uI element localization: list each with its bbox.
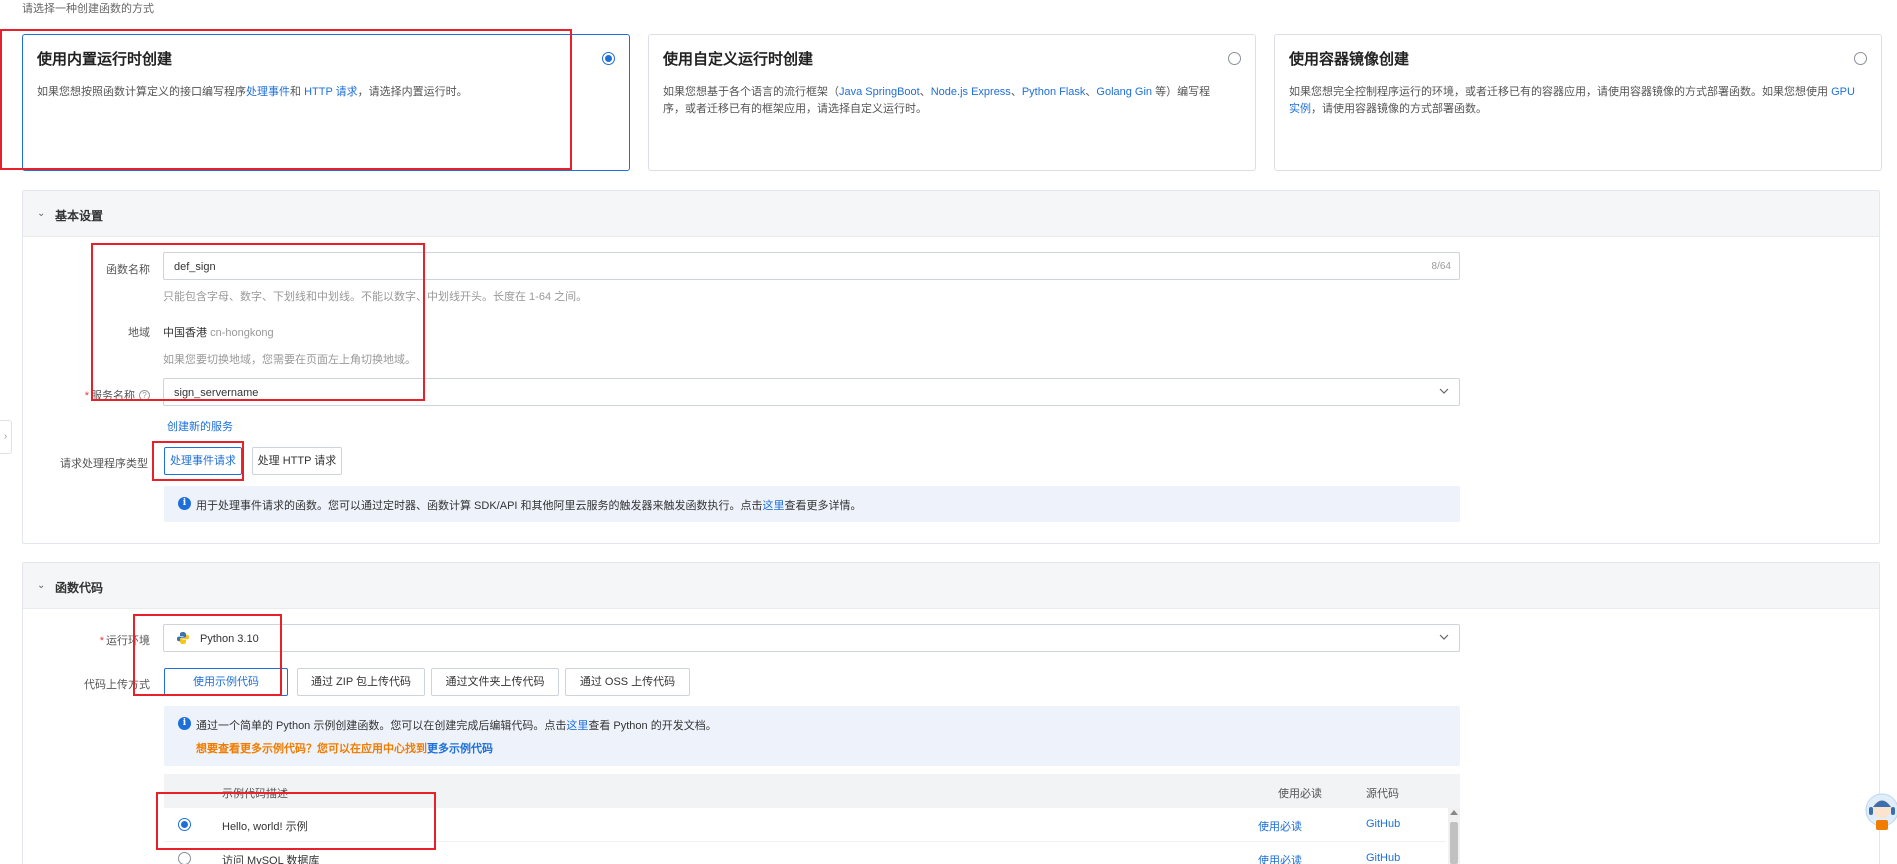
- upload-oss-button[interactable]: 通过 OSS 上传代码: [565, 668, 690, 696]
- row-source-link[interactable]: GitHub: [1366, 818, 1400, 830]
- upload-folder-button[interactable]: 通过文件夹上传代码: [431, 668, 559, 696]
- help-circle-icon[interactable]: ?: [139, 390, 150, 401]
- mode-card-title: 使用自定义运行时创建: [663, 51, 814, 68]
- mode-card-desc: 如果您想完全控制程序运行的环境，或者迁移已有的容器应用，请使用容器镜像的方式部署…: [1289, 86, 1855, 115]
- mode-card-builtin[interactable]: 使用内置运行时创建 如果您想按照函数计算定义的接口编写程序处理事件和 HTTP …: [22, 34, 630, 171]
- handler-event-button[interactable]: 处理事件请求: [164, 447, 242, 475]
- code-info-box: i 通过一个简单的 Python 示例创建函数。您可以在创建完成后编辑代码。点击…: [164, 706, 1460, 766]
- mode-card-custom[interactable]: 使用自定义运行时创建 如果您想基于各个语言的流行框架（Java SpringBo…: [648, 34, 1256, 171]
- link-event[interactable]: 处理事件: [246, 86, 290, 98]
- col-source-header: 源代码: [1366, 788, 1399, 800]
- chevron-down-icon: [1439, 634, 1449, 640]
- col-guide-header: 使用必读: [1278, 788, 1322, 800]
- code-info-orange: 想要查看更多示例代码？您可以在应用中心找到更多示例代码: [196, 743, 493, 755]
- info-icon: i: [178, 497, 191, 510]
- table-scrollbar[interactable]: [1448, 808, 1460, 864]
- section-title: 基本设置: [55, 209, 104, 223]
- region-code: cn-hongkong: [210, 327, 274, 339]
- service-name-value: sign_servername: [174, 387, 259, 399]
- handler-info-box: i 用于处理事件请求的函数。您可以通过定时器、函数计算 SDK/API 和其他阿…: [164, 486, 1460, 522]
- link-express[interactable]: Node.js Express: [931, 86, 1011, 98]
- row-desc: 访问 MySQL 数据库: [222, 855, 320, 864]
- page-hint: 请选择一种创建函数的方式: [22, 3, 154, 15]
- upload-sample-button[interactable]: 使用示例代码: [164, 668, 288, 696]
- link-springboot[interactable]: Java SpringBoot: [839, 86, 920, 98]
- handler-info-text: 用于处理事件请求的函数。您可以通过定时器、函数计算 SDK/API 和其他阿里云…: [196, 500, 862, 512]
- mode-radio-builtin[interactable]: [602, 52, 615, 65]
- service-name-select[interactable]: sign_servername: [163, 378, 1460, 406]
- mode-radio-container[interactable]: [1854, 52, 1867, 65]
- func-name-counter: 8/64: [1431, 261, 1451, 272]
- scroll-thumb[interactable]: [1450, 822, 1458, 864]
- upload-method-label: 代码上传方式: [84, 679, 150, 691]
- chevron-down-icon: [1439, 388, 1449, 394]
- scroll-up-icon[interactable]: [1450, 810, 1458, 815]
- func-name-input[interactable]: def_sign 8/64: [163, 252, 1460, 280]
- mode-card-title: 使用容器镜像创建: [1289, 51, 1410, 68]
- service-name-label: * 服务名称?: [20, 387, 150, 403]
- row-guide-link[interactable]: 使用必读: [1258, 852, 1302, 864]
- python-logo-icon: [177, 632, 189, 644]
- runtime-value: Python 3.10: [200, 633, 259, 645]
- more-samples-link[interactable]: 更多示例代码: [427, 743, 493, 755]
- region-label: 地域: [128, 327, 150, 339]
- handler-info-link[interactable]: 这里: [763, 500, 785, 512]
- info-icon: i: [178, 717, 191, 730]
- chevron-down-icon: ⌄: [37, 580, 46, 591]
- mode-card-title: 使用内置运行时创建: [37, 51, 173, 68]
- basic-settings-header[interactable]: ⌄ 基本设置: [23, 191, 1879, 237]
- mode-radio-custom[interactable]: [1228, 52, 1241, 65]
- code-info-link[interactable]: 这里: [566, 720, 588, 732]
- handler-type-label: 请求处理程序类型: [60, 458, 148, 470]
- assistant-avatar-icon[interactable]: [1858, 790, 1897, 838]
- runtime-label: * 运行环境: [99, 635, 150, 647]
- code-info-text: 通过一个简单的 Python 示例创建函数。您可以在创建完成后编辑代码。点击这里…: [196, 720, 717, 732]
- region-hint: 如果您要切换地域，您需要在页面左上角切换地域。: [163, 354, 416, 366]
- link-flask[interactable]: Python Flask: [1022, 86, 1086, 98]
- row-guide-link[interactable]: 使用必读: [1258, 818, 1302, 834]
- row-desc: Hello, world! 示例: [222, 821, 308, 833]
- mode-card-container[interactable]: 使用容器镜像创建 如果您想完全控制程序运行的环境，或者迁移已有的容器应用，请使用…: [1274, 34, 1882, 171]
- chevron-right-icon[interactable]: ›: [0, 420, 12, 454]
- table-row[interactable]: Hello, world! 示例 使用必读 GitHub: [164, 808, 1446, 842]
- upload-zip-button[interactable]: 通过 ZIP 包上传代码: [297, 668, 425, 696]
- runtime-select[interactable]: Python 3.10: [163, 624, 1460, 652]
- func-name-label: 函数名称: [106, 264, 150, 276]
- row-source-link[interactable]: GitHub: [1366, 852, 1400, 864]
- col-desc-header: 示例代码描述: [222, 788, 288, 800]
- create-service-link[interactable]: 创建新的服务: [167, 418, 233, 434]
- region-value: 中国香港 cn-hongkong: [163, 327, 274, 339]
- table-header: 示例代码描述 使用必读 源代码: [164, 774, 1460, 808]
- chevron-down-icon: ⌄: [37, 208, 46, 219]
- row-radio[interactable]: [178, 818, 191, 831]
- func-name-value: def_sign: [174, 261, 216, 273]
- table-row[interactable]: 访问 MySQL 数据库 使用必读 GitHub: [164, 842, 1446, 864]
- section-title: 函数代码: [55, 581, 104, 595]
- sample-code-table: 示例代码描述 使用必读 源代码 Hello, world! 示例 使用必读 Gi…: [164, 774, 1460, 864]
- mode-card-desc: 如果您想基于各个语言的流行框架（Java SpringBoot、Node.js …: [663, 86, 1211, 115]
- function-code-header[interactable]: ⌄ 函数代码: [23, 563, 1879, 609]
- func-name-hint: 只能包含字母、数字、下划线和中划线。不能以数字、中划线开头。长度在 1-64 之…: [163, 291, 588, 303]
- link-http[interactable]: HTTP 请求: [304, 86, 358, 98]
- mode-card-desc: 如果您想按照函数计算定义的接口编写程序处理事件和 HTTP 请求，请选择内置运行…: [37, 86, 468, 98]
- row-radio[interactable]: [178, 852, 191, 864]
- handler-http-button[interactable]: 处理 HTTP 请求: [252, 447, 342, 475]
- link-gin[interactable]: Golang Gin: [1096, 86, 1152, 98]
